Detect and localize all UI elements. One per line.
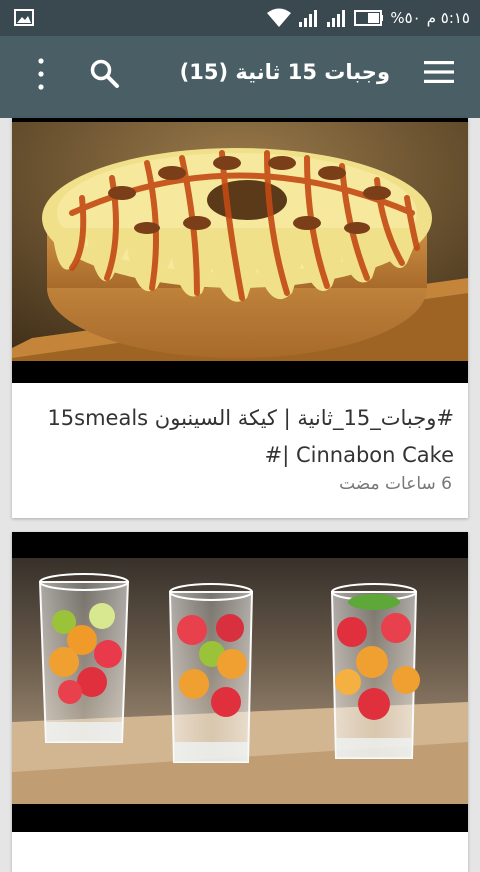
- more-vert-icon[interactable]: [34, 56, 48, 92]
- wifi-icon: [267, 8, 292, 27]
- hamburger-menu-icon[interactable]: [424, 61, 454, 83]
- search-icon[interactable]: [88, 57, 120, 89]
- fruit-drink-glasses-thumbnail[interactable]: [12, 532, 468, 832]
- card-time: 6 ساعات مضت: [339, 474, 452, 494]
- battery-percent: %٥٠: [390, 9, 421, 27]
- video-card[interactable]: #وجبات_15_ثانية | كيكة السينبون 15smeals…: [12, 118, 468, 518]
- card-title[interactable]: #وجبات_15_ثانية | كيكة السينبون 15smeals…: [32, 400, 454, 474]
- signal-1-icon: [299, 10, 318, 27]
- page-title: وجبات 15 ثانية (15): [179, 60, 390, 84]
- status-bar: %٥٠ ٥:١٥ م: [0, 0, 480, 36]
- battery-icon: [354, 10, 384, 26]
- cinnamon-cake-thumbnail[interactable]: [12, 118, 468, 383]
- gallery-notification-icon: [14, 9, 34, 26]
- video-card[interactable]: [12, 532, 468, 872]
- status-indicators: %٥٠ ٥:١٥ م: [260, 0, 470, 36]
- clock-time: ٥:١٥ م: [426, 9, 470, 27]
- signal-2-icon: [327, 10, 346, 27]
- app-bar: وجبات 15 ثانية (15): [0, 36, 480, 118]
